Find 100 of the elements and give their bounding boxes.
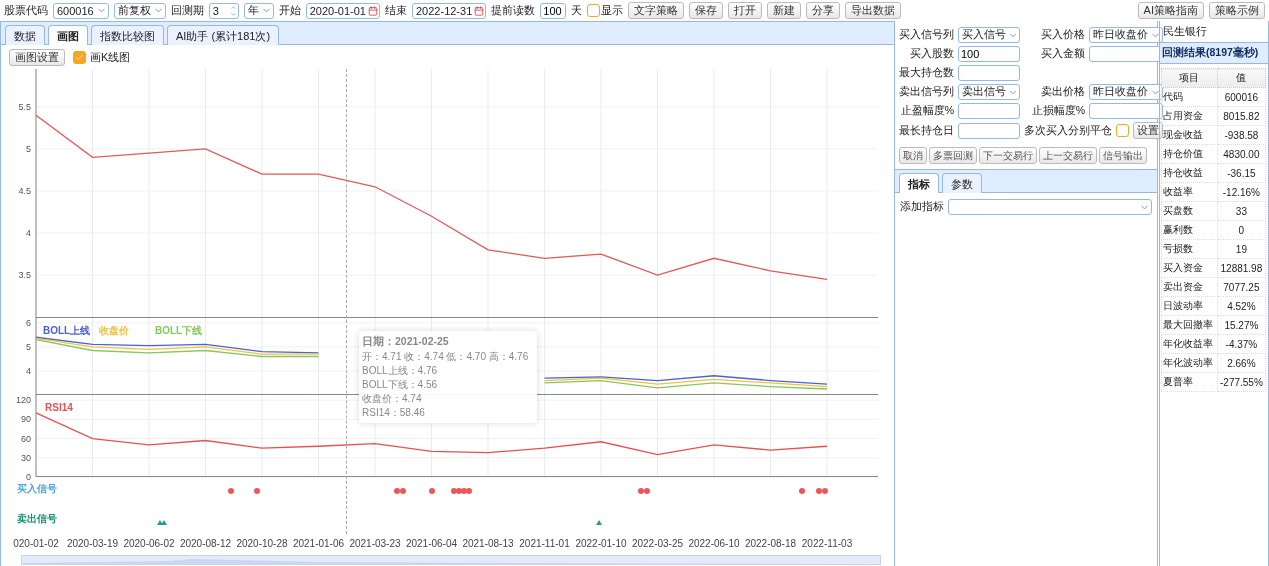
axis-tick-label: 2022-06-10: [687, 538, 741, 549]
panel-title: 回测结果(8197毫秒): [1160, 43, 1268, 64]
select-field[interactable]: 昨日收盘价: [1089, 27, 1163, 43]
select-field[interactable]: 买入信号: [958, 27, 1020, 43]
tab[interactable]: 指标: [899, 173, 939, 193]
select-field[interactable]: 年: [243, 2, 274, 19]
range-slider-drawing[interactable]: [21, 555, 881, 565]
axis-tick-label: 4.5: [18, 186, 31, 196]
field-label: 止损幅度%: [1030, 104, 1085, 118]
table-cell: 卖出资金: [1161, 277, 1218, 297]
table-cell: -36.15: [1217, 163, 1266, 183]
legend-label: RSI14: [45, 402, 73, 413]
axis-tick-label: 2022-01-10: [574, 538, 628, 549]
axis-tick-label: 60: [21, 433, 31, 444]
table-cell: 600016: [1217, 87, 1266, 107]
select-field[interactable]: 卖出信号: [958, 84, 1020, 100]
tooltip-title: 日期：2021-02-25: [362, 335, 450, 349]
table-cell: 33: [1217, 201, 1266, 221]
axis-tick-label: 2021-06-04: [404, 538, 459, 549]
field-label: 最大持仓数: [899, 66, 954, 80]
chart-settings-button[interactable]: 画图设置: [9, 48, 65, 66]
select-field[interactable]: [948, 199, 1152, 215]
axis-tick-label: 2021-08-13: [461, 538, 515, 549]
table-cell: 收益率: [1161, 182, 1218, 202]
table-cell: 买盘数: [1161, 201, 1218, 221]
toolbar-button[interactable]: 导出数据: [845, 2, 902, 19]
action-button[interactable]: 下一交易行: [979, 147, 1037, 164]
field-label: 卖出价格: [1040, 85, 1085, 99]
field-label: 买入价格: [1040, 28, 1085, 42]
field-label: 买入信号列: [899, 28, 954, 42]
toolbar-button[interactable]: 打开: [728, 2, 763, 19]
table-cell: 买入资金: [1161, 258, 1218, 278]
input-field[interactable]: 100: [958, 46, 1020, 62]
tab[interactable]: 参数: [942, 173, 982, 193]
axis-tick-label: 4: [26, 228, 31, 239]
axis-tick-label: 2022-03-25: [630, 538, 685, 549]
spinner-field[interactable]: 3: [208, 2, 239, 19]
table-cell: 最大回撤率: [1161, 315, 1218, 335]
action-button[interactable]: 多票回测: [929, 147, 977, 164]
toolbar-button[interactable]: 新建: [767, 2, 802, 19]
tab[interactable]: AI助手 (累计181次): [167, 25, 280, 45]
table-cell: 日波动率: [1161, 296, 1218, 316]
legend-label: BOLL下线: [155, 325, 203, 336]
checkbox[interactable]: [587, 4, 601, 17]
tooltip-line: RSI14：58.46: [362, 406, 426, 419]
tooltip-line: BOLL上线：4.76: [362, 364, 439, 377]
input-field[interactable]: 100: [540, 2, 567, 19]
table-cell: 占用资金: [1161, 106, 1218, 126]
axis-tick-label: 2021-11-01: [518, 538, 571, 549]
toolbar-button[interactable]: 保存: [689, 2, 724, 19]
table-cell: 8015.82: [1217, 106, 1266, 126]
axis-tick-label: 2020-08-12: [178, 538, 233, 549]
table-cell: 持仓价值: [1161, 144, 1218, 164]
toolbar-button[interactable]: 策略示例: [1209, 2, 1265, 19]
table-cell: 现金收益: [1161, 125, 1218, 145]
field-label: 最长持仓日: [899, 123, 954, 138]
table-cell: -12.16%: [1217, 182, 1266, 202]
axis-tick-label: 2020-10-28: [235, 538, 289, 549]
column-header: 项目: [1161, 68, 1218, 88]
table-cell: 代码: [1161, 87, 1218, 107]
axis-tick-label: 3.5: [18, 270, 31, 281]
axis-tick-label: 5: [26, 143, 31, 154]
input-field[interactable]: [958, 65, 1020, 81]
checkbox[interactable]: [1116, 124, 1129, 137]
select-field[interactable]: 前复权: [113, 2, 166, 19]
toolbar-button[interactable]: 分享: [806, 2, 841, 19]
axis-tick-label: 2021-03-23: [348, 538, 402, 549]
legend-label: BOLL上线: [43, 325, 91, 336]
input-field[interactable]: [958, 122, 1020, 139]
field-label: 多次买入分别平仓: [1024, 123, 1112, 138]
field-label: 结束: [385, 3, 407, 18]
toolbar-button[interactable]: 文字策略: [628, 2, 685, 19]
select-field[interactable]: 昨日收盘价: [1089, 84, 1163, 100]
tab[interactable]: 指数比较图: [91, 25, 164, 45]
axis-tick-label: 2022-11-03: [800, 538, 854, 549]
calendar-icon[interactable]: [474, 5, 485, 16]
action-button[interactable]: 信号输出: [1099, 147, 1147, 164]
legend-label: 收盘价: [99, 325, 129, 336]
toolbar-button[interactable]: AI策略指南: [1137, 2, 1204, 19]
input-field[interactable]: [1089, 103, 1163, 119]
calendar-icon[interactable]: [368, 5, 378, 16]
field-label: 买入股数: [909, 47, 954, 61]
tab[interactable]: 画图: [48, 25, 88, 45]
action-button[interactable]: 取消: [899, 147, 927, 164]
input-field[interactable]: [958, 103, 1020, 119]
checkbox-label: 显示: [601, 3, 624, 18]
tab[interactable]: 数据: [5, 25, 45, 45]
date-field[interactable]: 2022-12-31: [412, 2, 487, 19]
field-label: 提前读数: [491, 3, 536, 18]
table-cell: 4.52%: [1217, 296, 1266, 316]
axis-tick-label: 2022-08-18: [743, 538, 798, 549]
date-field[interactable]: 2020-01-01: [305, 2, 380, 19]
field-label: 股票代码: [4, 3, 48, 18]
axis-tick-label: 2021-01-06: [291, 538, 346, 549]
table-cell: -4.37%: [1217, 334, 1266, 354]
action-button[interactable]: 上一交易行: [1039, 147, 1097, 164]
field-label: 回测期: [170, 3, 204, 18]
table-cell: 2.66%: [1217, 353, 1266, 373]
axis-tick-label: 30: [21, 452, 31, 463]
select-field[interactable]: 600016: [53, 2, 109, 19]
